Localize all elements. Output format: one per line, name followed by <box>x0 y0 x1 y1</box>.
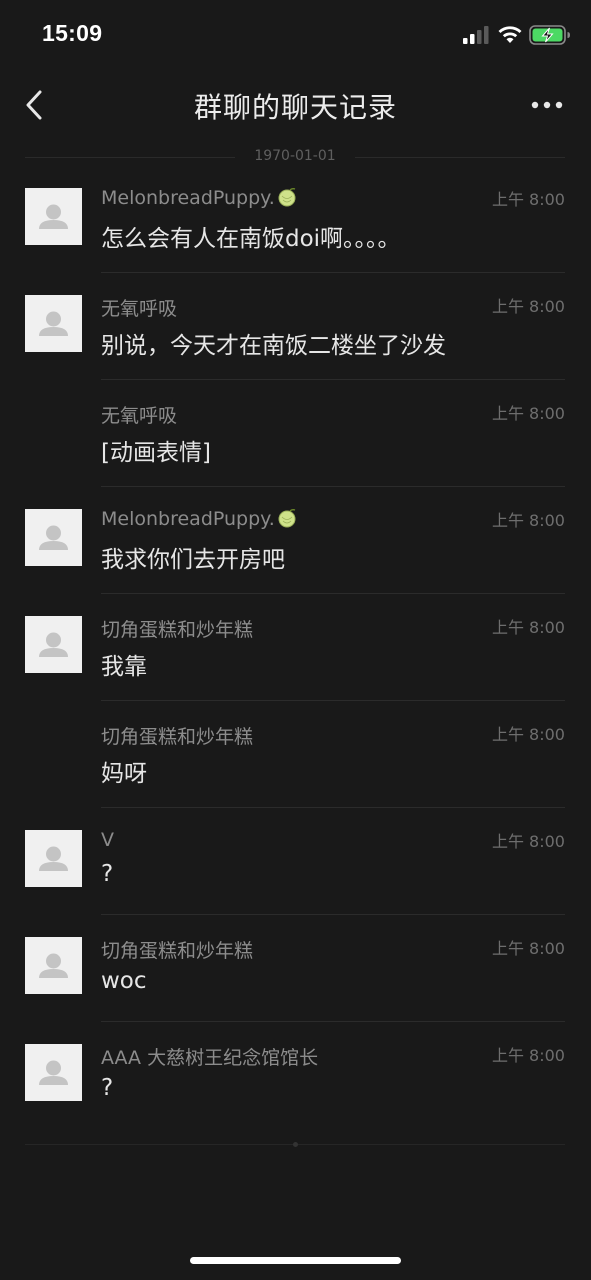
message-text: 我靠 <box>101 654 147 680</box>
nav-bar: 群聊的聊天记录 <box>0 74 591 136</box>
sender-name: MelonbreadPuppy. <box>101 187 297 209</box>
status-bar: 15:09 <box>0 0 591 70</box>
message-time: 上午 8:00 <box>491 725 565 744</box>
melon-emoji-icon <box>278 187 296 207</box>
message-time: 上午 8:00 <box>491 618 565 637</box>
home-indicator[interactable] <box>190 1257 401 1264</box>
battery-charging-icon <box>529 25 570 45</box>
sender-name-text: AAA 大慈树王纪念馆馆长 <box>101 1047 319 1069</box>
message-row[interactable]: 无氧呼吸 上午 8:00 [动画表情] <box>0 380 591 487</box>
sender-name-text: 无氧呼吸 <box>101 405 178 427</box>
message-text: 妈呀 <box>101 761 147 787</box>
default-avatar-icon[interactable] <box>25 1044 82 1101</box>
message-row[interactable]: AAA 大慈树王纪念馆馆长 上午 8:00? <box>0 1022 591 1129</box>
message-text: woc <box>101 968 147 994</box>
sender-name-text: 切角蛋糕和炒年糕 <box>101 619 254 641</box>
default-avatar-icon[interactable] <box>25 616 82 673</box>
sender-name: 无氧呼吸 <box>101 294 177 321</box>
message-row[interactable]: 无氧呼吸 上午 8:00 别说，今天才在南饭二楼坐了沙发 <box>0 273 591 380</box>
sender-name: V <box>101 829 114 851</box>
message-time: 上午 8:00 <box>491 190 565 209</box>
sender-name-text: MelonbreadPuppy. <box>101 187 275 209</box>
message-text: 怎么会有人在南饭doi啊。。。。 <box>101 226 401 252</box>
message-row[interactable]: 切角蛋糕和炒年糕 上午 8:00 我靠 <box>0 594 591 701</box>
sender-name-text: 无氧呼吸 <box>101 298 178 320</box>
cellular-signal-icon <box>463 26 489 44</box>
message-text: ? <box>101 861 114 887</box>
message-row[interactable]: V 上午 8:00? <box>0 808 591 915</box>
sender-name-text: 切角蛋糕和炒年糕 <box>101 726 254 748</box>
default-avatar-icon[interactable] <box>25 830 82 887</box>
sender-name-text: MelonbreadPuppy. <box>101 508 275 530</box>
sender-name: 切角蛋糕和炒年糕 <box>101 615 253 642</box>
message-row[interactable]: 切角蛋糕和炒年糕 上午 8:00 woc <box>0 915 591 1022</box>
message-time: 上午 8:00 <box>491 832 565 851</box>
message-time: 上午 8:00 <box>491 404 565 423</box>
sender-name: MelonbreadPuppy. <box>101 508 297 530</box>
message-time: 上午 8:00 <box>491 511 565 530</box>
sender-name: AAA 大慈树王纪念馆馆长 <box>101 1043 318 1070</box>
sender-name: 切角蛋糕和炒年糕 <box>101 722 253 749</box>
sender-name: 切角蛋糕和炒年糕 <box>101 936 253 963</box>
default-avatar-icon[interactable] <box>25 295 82 352</box>
message-time: 上午 8:00 <box>491 1046 565 1065</box>
date-label: 1970-01-01 <box>254 148 336 164</box>
default-avatar-icon[interactable] <box>25 509 82 566</box>
message-text: ? <box>101 1075 114 1101</box>
sender-name-text: V <box>101 829 114 851</box>
status-time: 15:09 <box>42 20 103 46</box>
message-time: 上午 8:00 <box>491 939 565 958</box>
message-time: 上午 8:00 <box>491 297 565 316</box>
end-dot <box>293 1142 298 1147</box>
sender-name-text: 切角蛋糕和炒年糕 <box>101 940 254 962</box>
default-avatar-icon[interactable] <box>25 937 82 994</box>
message-text: 别说，今天才在南饭二楼坐了沙发 <box>101 333 446 359</box>
divider <box>355 157 565 158</box>
message-row[interactable]: 切角蛋糕和炒年糕 上午 8:00 妈呀 <box>0 701 591 808</box>
page-title: 群聊的聊天记录 <box>193 91 397 124</box>
message-text: [动画表情] <box>101 440 211 466</box>
default-avatar-icon[interactable] <box>25 188 82 245</box>
message-row[interactable]: MelonbreadPuppy. 上午 8:00 我求你们去开房吧 <box>0 487 591 594</box>
message-row[interactable]: MelonbreadPuppy. 上午 8:00 怎么会有人在南饭doi啊。。。。 <box>0 166 591 273</box>
sender-name: 无氧呼吸 <box>101 401 177 428</box>
wifi-icon <box>498 26 522 43</box>
message-list: MelonbreadPuppy. 上午 8:00 怎么会有人在南饭doi啊。。。。无… <box>0 166 591 1129</box>
melon-emoji-icon <box>278 508 296 528</box>
message-text: 我求你们去开房吧 <box>101 547 285 573</box>
more-icon[interactable] <box>528 92 568 118</box>
